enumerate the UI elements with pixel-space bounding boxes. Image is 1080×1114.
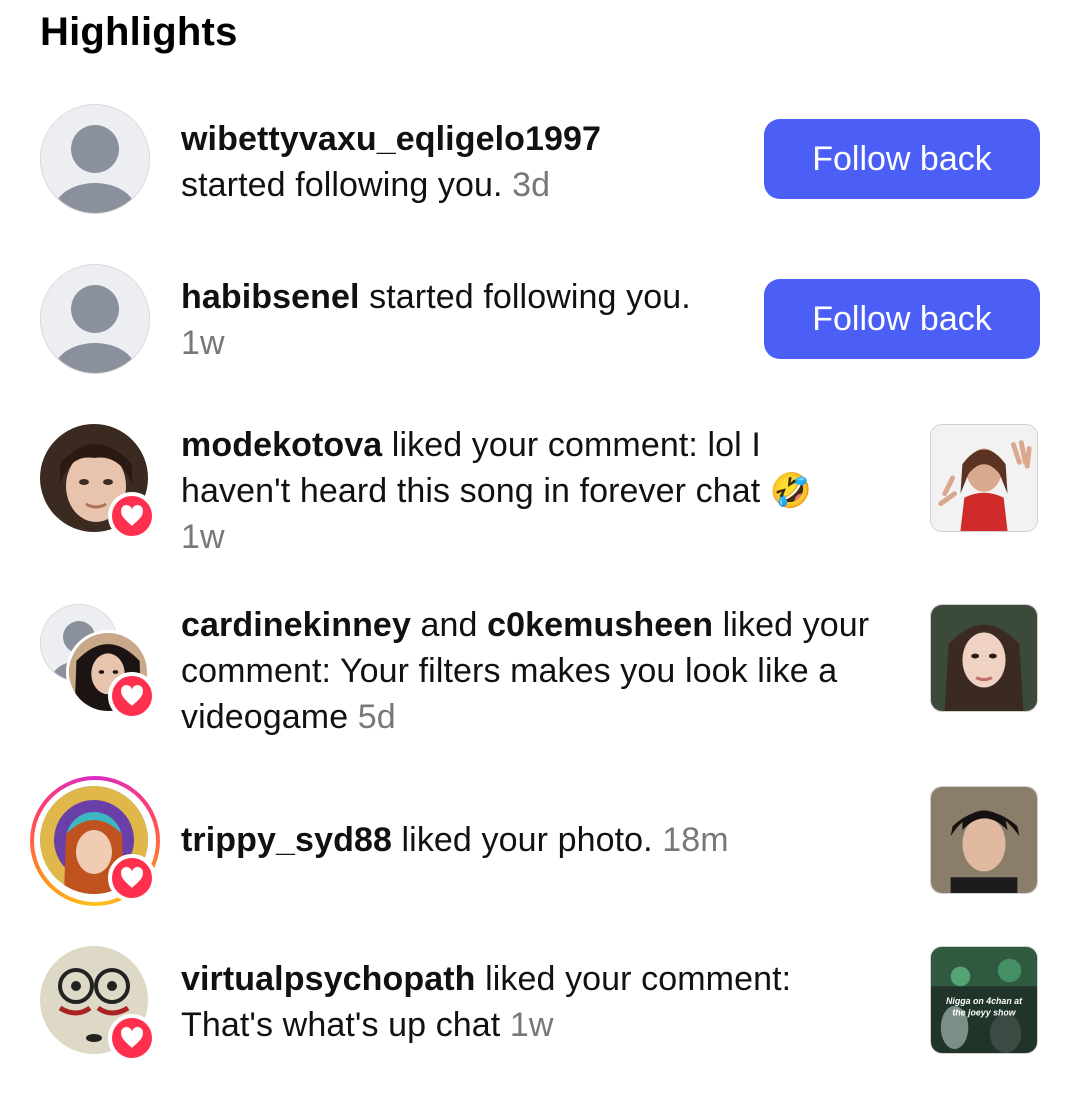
avatar[interactable] <box>30 776 160 906</box>
list-item[interactable]: cardinekinney and c0kemusheen liked your… <box>0 604 1080 736</box>
username[interactable]: habibsenel <box>181 278 360 316</box>
timestamp: 5d <box>357 698 396 736</box>
list-item[interactable]: trippy_syd88 liked your photo. 18m <box>0 776 1080 906</box>
notification-text: liked your comment: <box>475 960 792 998</box>
thumbnail-caption: Nigga on 4chan at <box>946 996 1023 1006</box>
default-user-icon <box>41 265 149 373</box>
avatar[interactable] <box>40 104 150 214</box>
username[interactable]: cardinekinney <box>181 606 411 644</box>
thumbnail-image <box>931 425 1037 531</box>
heart-icon <box>108 492 156 540</box>
avatar[interactable] <box>40 424 156 540</box>
timestamp: 3d <box>512 166 551 204</box>
thumbnail-caption: the joeyy show <box>952 1008 1016 1018</box>
notification-text: That's what's up chat <box>181 1006 510 1044</box>
heart-icon <box>108 672 156 720</box>
section-title: Highlights <box>40 10 238 54</box>
heart-icon <box>108 1014 156 1062</box>
notification-text: started following you. <box>359 278 691 316</box>
default-user-icon <box>41 105 149 213</box>
notification-text: and <box>410 606 488 644</box>
username[interactable]: trippy_syd88 <box>181 821 392 859</box>
notification-text: started following you. <box>181 166 503 204</box>
list-item[interactable]: virtualpsychopath liked your comment: Th… <box>0 946 1080 1062</box>
avatar[interactable] <box>40 264 150 374</box>
list-item[interactable]: modekotova liked your comment: lol I hav… <box>0 424 1080 556</box>
list-item[interactable]: habibsenel started following you. 1w Fol… <box>0 264 1080 374</box>
post-thumbnail[interactable] <box>930 604 1038 712</box>
thumbnail-image: Nigga on 4chan at the joeyy show <box>931 947 1037 1053</box>
timestamp: 1w <box>509 1006 554 1044</box>
timestamp: 1w <box>181 324 225 362</box>
post-thumbnail[interactable] <box>930 786 1038 894</box>
thumbnail-image <box>931 605 1037 711</box>
post-thumbnail[interactable] <box>930 424 1038 532</box>
emoji: 🤣 <box>769 472 813 510</box>
username[interactable]: wibettyvaxu_eqligelo1997 <box>181 120 601 158</box>
notification-text: liked your comment: lol I <box>382 426 761 464</box>
heart-icon <box>108 854 156 902</box>
notification-text: haven't heard this song in forever chat <box>181 472 770 510</box>
username-2[interactable]: c0kemusheen <box>487 606 713 644</box>
notification-text: comment: Your filters makes you look lik… <box>181 652 838 690</box>
notification-text: liked your <box>713 606 870 644</box>
timestamp: 1w <box>181 518 225 556</box>
follow-back-button[interactable]: Follow back <box>764 119 1040 199</box>
list-item[interactable]: wibettyvaxu_eqligelo1997 started followi… <box>0 104 1080 214</box>
notification-text: videogame <box>181 698 358 736</box>
timestamp: 18m <box>662 821 729 859</box>
username[interactable]: virtualpsychopath <box>181 960 476 998</box>
avatar[interactable] <box>40 604 156 720</box>
thumbnail-image <box>931 787 1037 893</box>
username[interactable]: modekotova <box>181 426 382 464</box>
post-thumbnail[interactable]: Nigga on 4chan at the joeyy show <box>930 946 1038 1054</box>
follow-back-button[interactable]: Follow back <box>764 279 1040 359</box>
avatar[interactable] <box>40 946 156 1062</box>
notification-text: liked your photo. <box>391 821 663 859</box>
